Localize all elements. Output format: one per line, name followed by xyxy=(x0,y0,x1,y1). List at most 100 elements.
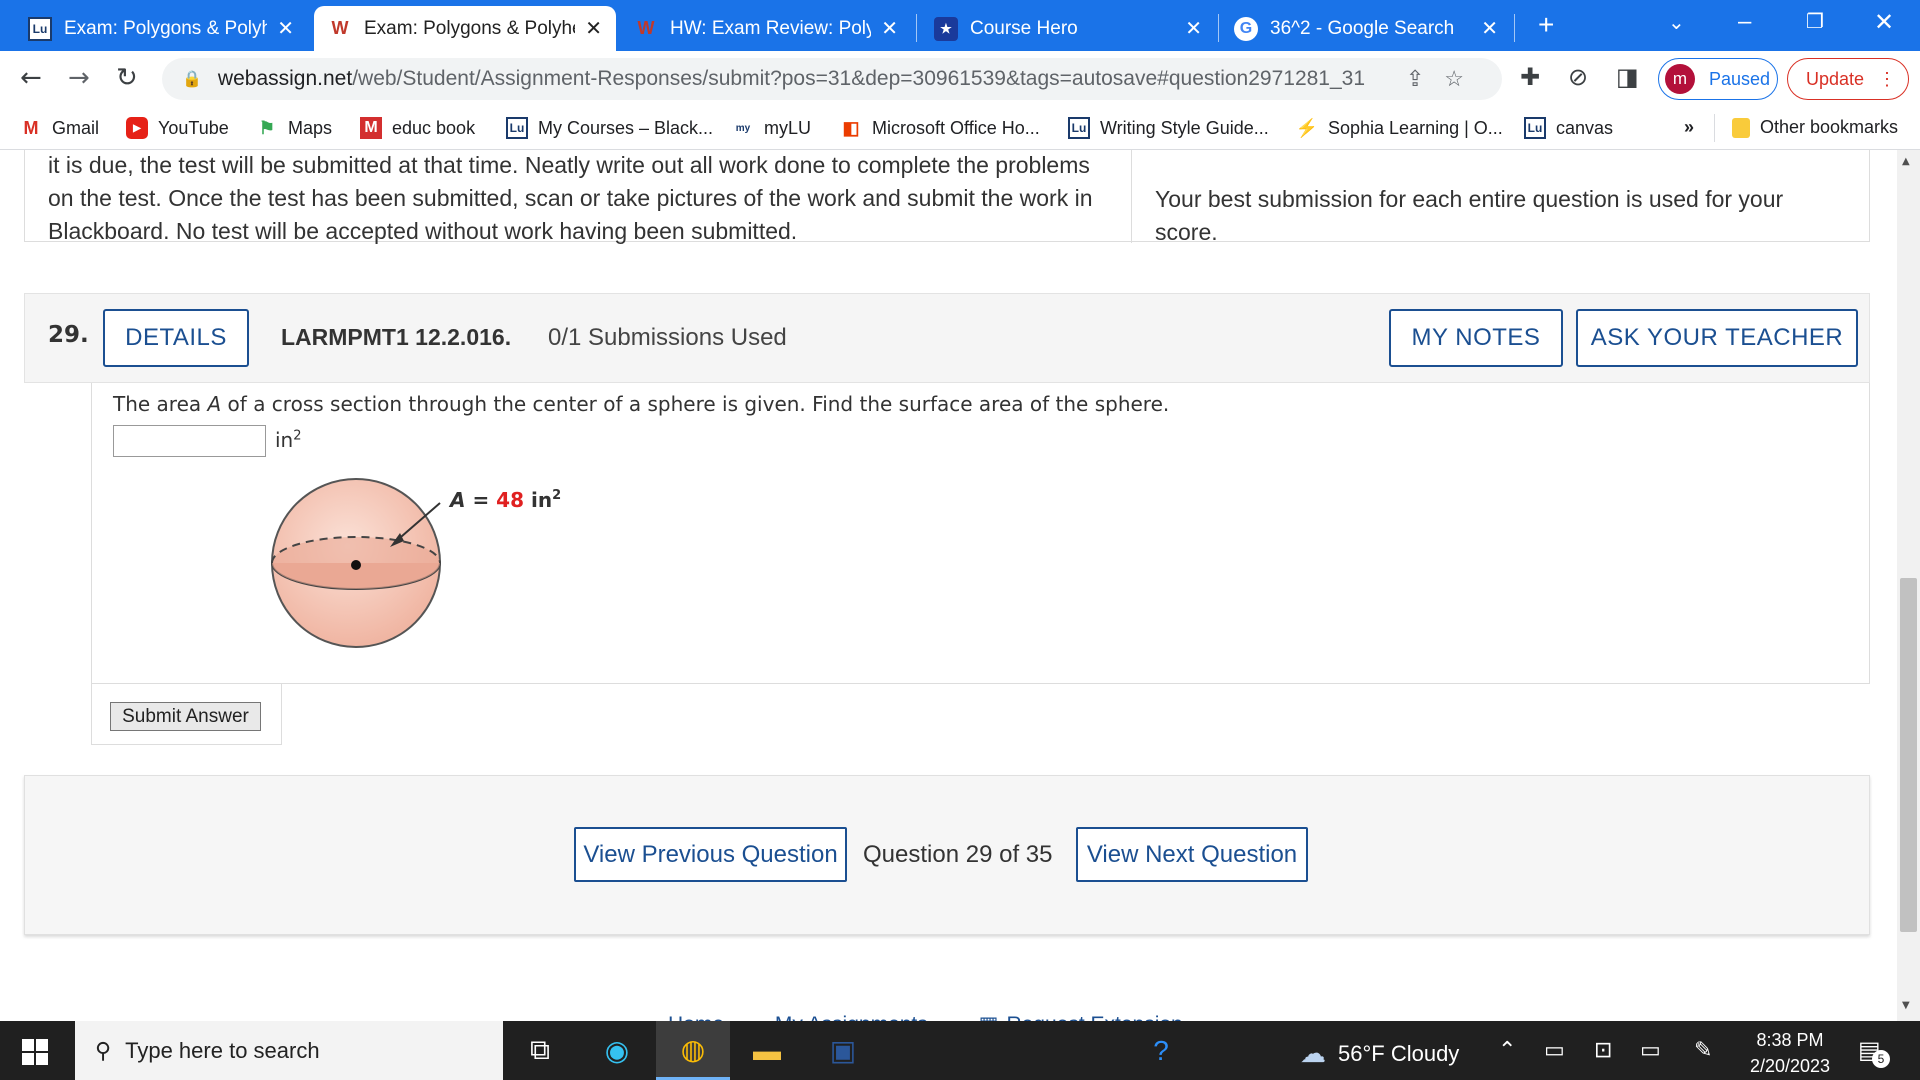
lock-icon: 🔒 xyxy=(182,71,202,88)
weather-text: 56°F Cloudy xyxy=(1338,1040,1460,1066)
close-icon[interactable]: ✕ xyxy=(1185,16,1202,41)
window-close-icon[interactable]: ✕ xyxy=(1874,8,1894,37)
side-panel-icon[interactable]: ◨ xyxy=(1616,63,1639,91)
footer-links: Home My Assignments ▦ Request Extension xyxy=(668,1012,1228,1021)
scrollbar-thumb[interactable] xyxy=(1900,578,1917,932)
bookmarks-overflow-button[interactable]: » xyxy=(1684,117,1694,138)
submit-answer-button[interactable]: Submit Answer xyxy=(110,702,261,731)
question-number: 29. xyxy=(48,322,89,348)
tab-course-hero[interactable]: ★ Course Hero ✕ xyxy=(920,6,1216,51)
bookmark-educ-book[interactable]: M educ book xyxy=(360,117,475,139)
bookmark-my-courses[interactable]: Lu My Courses – Black... xyxy=(506,117,713,139)
page-scrollbar[interactable]: ▲ ▼ xyxy=(1897,150,1920,1021)
my-notes-button[interactable]: MY NOTES xyxy=(1389,309,1563,367)
other-bookmarks[interactable]: Other bookmarks xyxy=(1732,117,1898,138)
lu-icon: Lu xyxy=(1524,117,1546,139)
chrome-icon[interactable]: ◍ xyxy=(656,1021,730,1080)
scroll-up-icon[interactable]: ▲ xyxy=(1902,156,1910,167)
gmail-icon: M xyxy=(23,117,39,138)
close-icon[interactable]: ✕ xyxy=(1481,16,1498,41)
battery-icon[interactable]: ▭ xyxy=(1640,1037,1661,1063)
prompt-text: of a cross section through the center of… xyxy=(221,392,1170,416)
tab-separator xyxy=(1514,14,1515,42)
update-button[interactable]: Update ⋮ xyxy=(1787,58,1909,100)
profile-paused-button[interactable]: m Paused xyxy=(1658,58,1778,100)
bookmark-label: Sophia Learning | O... xyxy=(1328,117,1503,138)
instructions-box: it is due, the test will be submitted at… xyxy=(24,150,1870,245)
url-host: webassign.net xyxy=(217,67,353,90)
taskbar-search-box[interactable]: ⚲ Type here to search xyxy=(75,1021,503,1080)
notifications-icon[interactable]: ▤ 5 xyxy=(1858,1036,1890,1068)
weather-widget[interactable]: ☁ 56°F Cloudy xyxy=(1300,1038,1459,1069)
bookmark-maps[interactable]: ⚑ Maps xyxy=(256,117,332,139)
task-view-icon[interactable]: ⧉ xyxy=(503,1021,577,1080)
ask-your-teacher-button[interactable]: ASK YOUR TEACHER xyxy=(1576,309,1858,367)
tab-exam-polygons-webassign[interactable]: W Exam: Polygons & Polyhe ✕ xyxy=(314,6,616,51)
footer-link-request-extension[interactable]: Request Extension xyxy=(1006,1013,1182,1021)
address-bar[interactable]: 🔒 webassign.net/web/Student/Assignment-R… xyxy=(162,58,1502,100)
bookmark-writing-style-guide[interactable]: Lu Writing Style Guide... xyxy=(1068,117,1269,139)
tab-exam-polygons-lu[interactable]: Lu Exam: Polygons & Polyhe ✕ xyxy=(14,6,308,51)
submissions-used: 0/1 Submissions Used xyxy=(548,324,787,351)
back-arrow-icon[interactable]: ← xyxy=(20,63,42,93)
bookmark-microsoft-office[interactable]: ◧ Microsoft Office Ho... xyxy=(840,117,1040,139)
bookmark-youtube[interactable]: ▶ YouTube xyxy=(126,117,229,139)
answer-unit: in2 xyxy=(275,428,302,452)
notification-count: 5 xyxy=(1872,1050,1890,1068)
word-icon[interactable]: ▣ xyxy=(806,1021,880,1080)
bookmark-label: Microsoft Office Ho... xyxy=(872,117,1040,138)
bookmark-label: Maps xyxy=(288,117,333,138)
taskbar-clock[interactable]: 8:38 PM 2/20/2023 xyxy=(1748,1027,1832,1079)
windows-start-icon[interactable] xyxy=(22,1039,48,1065)
scroll-down-icon[interactable]: ▼ xyxy=(1902,1000,1910,1011)
sphere-center-dot xyxy=(351,560,361,570)
footer-link-home[interactable]: Home xyxy=(668,1013,724,1021)
calendar-icon: ▦ xyxy=(979,1013,999,1021)
meet-now-icon[interactable]: ▭ xyxy=(1544,1037,1565,1063)
footer-link-my-assignments[interactable]: My Assignments xyxy=(775,1013,928,1021)
close-icon[interactable]: ✕ xyxy=(585,16,602,41)
avatar: m xyxy=(1665,64,1695,94)
reload-icon[interactable]: ↻ xyxy=(116,63,138,93)
details-button[interactable]: DETAILS xyxy=(103,309,249,367)
answer-input[interactable] xyxy=(113,425,266,457)
question-prompt: The area A of a cross section through th… xyxy=(113,392,1169,416)
bookmark-label: Gmail xyxy=(52,117,100,138)
view-previous-question-button[interactable]: View Previous Question xyxy=(574,827,847,882)
lu-icon: Lu xyxy=(1068,117,1090,139)
maps-icon: ⚑ xyxy=(258,117,276,138)
tab-hw-exam-review[interactable]: W HW: Exam Review: Polygo ✕ xyxy=(620,6,912,51)
extensions-puzzle-icon[interactable]: ✚ xyxy=(1520,63,1540,91)
forward-arrow-icon[interactable]: → xyxy=(68,63,90,93)
bookmarks-bar: M Gmail ▶ YouTube ⚑ Maps M educ book Lu … xyxy=(0,108,1920,150)
bookmark-mylu[interactable]: my myLU xyxy=(732,117,811,139)
tab-search-icon[interactable]: ⌄ xyxy=(1668,10,1685,35)
minimize-icon[interactable]: – xyxy=(1738,8,1751,36)
close-icon[interactable]: ✕ xyxy=(277,16,294,41)
tab-google-search[interactable]: G 36^2 - Google Search ✕ xyxy=(1220,6,1512,51)
bookmark-label: educ book xyxy=(392,117,476,138)
question-code: LARMPMT1 12.2.016. xyxy=(281,324,512,350)
scoring-note: Your best submission for each entire que… xyxy=(1155,186,1784,245)
extension-icon[interactable]: ⊘ xyxy=(1568,63,1588,91)
bookmark-label: Writing Style Guide... xyxy=(1100,117,1269,138)
profile-status: Paused xyxy=(1709,68,1771,89)
unit-exponent: 2 xyxy=(293,428,302,444)
bookmark-canvas[interactable]: Lu canvas xyxy=(1524,117,1613,139)
file-explorer-icon[interactable]: ▬ xyxy=(730,1021,804,1080)
clock-date: 2/20/2023 xyxy=(1749,1056,1831,1076)
bookmark-gmail[interactable]: M Gmail xyxy=(20,117,100,139)
bookmark-label: myLU xyxy=(764,117,812,138)
help-icon[interactable]: ? xyxy=(1124,1021,1198,1080)
close-icon[interactable]: ✕ xyxy=(881,16,898,41)
network-icon[interactable]: ⊡ xyxy=(1594,1037,1612,1063)
share-star-icons[interactable]: ⇪☆ xyxy=(1406,66,1484,92)
edge-icon[interactable]: ◉ xyxy=(580,1021,654,1080)
new-tab-button[interactable]: + xyxy=(1538,9,1554,41)
restore-icon[interactable]: ❐ xyxy=(1806,9,1824,34)
chevron-up-icon[interactable]: ⌃ xyxy=(1498,1037,1516,1063)
pen-icon[interactable]: ✎ xyxy=(1694,1037,1712,1063)
bookmark-sophia-learning[interactable]: ⚡ Sophia Learning | O... xyxy=(1296,117,1503,139)
unit-base: in xyxy=(275,428,294,452)
view-next-question-button[interactable]: View Next Question xyxy=(1076,827,1308,882)
